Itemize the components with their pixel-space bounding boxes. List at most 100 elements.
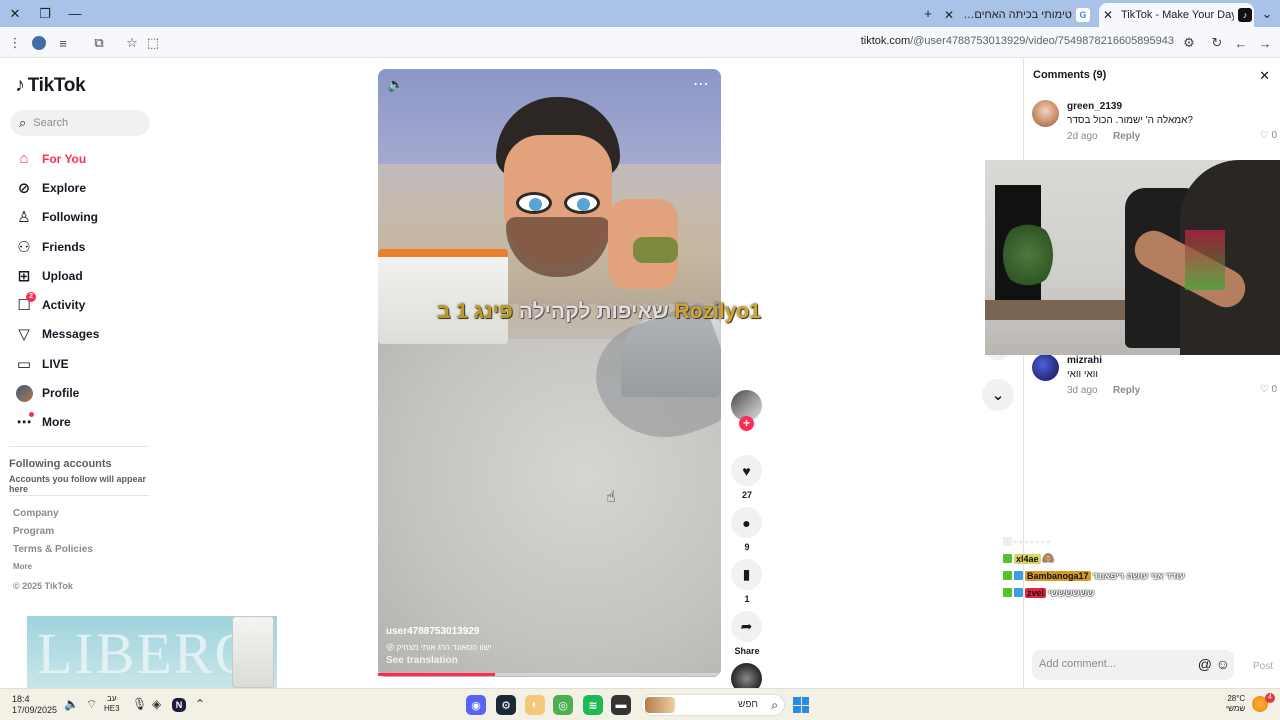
following-accounts-title: Following accounts [9, 458, 112, 470]
nav-label: Friends [42, 239, 86, 254]
nav-item-activity[interactable]: ☐ 2 Activity [14, 290, 99, 319]
clock[interactable]: 18:4 17/09/2025 [12, 694, 57, 716]
nav-label: More [42, 415, 71, 430]
steam-icon[interactable]: ⚙ [496, 695, 516, 715]
see-translation-link[interactable]: See translation [386, 655, 458, 666]
reload-icon[interactable]: ↻ [1206, 32, 1228, 54]
close-window-icon[interactable]: ✕ [0, 0, 30, 27]
spotify-icon[interactable]: ≋ [583, 695, 603, 715]
bookmark-star-icon[interactable]: ☆ [121, 32, 143, 54]
tab-google-search[interactable]: ✕ טימותי בכיתה האחים - חיפוש ב G [940, 3, 1095, 27]
search-input[interactable] [33, 117, 134, 129]
mention-icon[interactable]: @ [1198, 656, 1212, 672]
video-player[interactable] [378, 69, 721, 677]
tab-search-icon[interactable]: ⌄ [1252, 0, 1280, 27]
next-video-button[interactable]: ⌄ [982, 379, 1014, 411]
creator-avatar[interactable]: + [731, 390, 762, 431]
comment-like-button[interactable]: ♡ 0 [1260, 384, 1277, 395]
save-button[interactable]: ▮ [731, 559, 762, 590]
heart-outline-icon: ♡ [1259, 384, 1269, 395]
emoji-icon[interactable]: ☺ [1216, 656, 1230, 672]
footer-link-program[interactable]: Program [13, 526, 93, 544]
restore-window-icon[interactable]: ❐ [30, 0, 60, 27]
site-settings-icon[interactable]: ⚙ [1178, 32, 1200, 54]
video-more-icon[interactable]: ⋯ [693, 74, 710, 94]
discord-icon[interactable]: ◉ [466, 695, 486, 715]
url-text[interactable]: tiktok.com/@user4788753013929/video/7549… [861, 35, 1174, 47]
comment-avatar[interactable] [1032, 100, 1059, 127]
nav-item-upload[interactable]: ⊞ Upload [14, 261, 99, 290]
comment-like-count: 0 [1271, 384, 1277, 395]
comment-input-box: @ ☺ [1032, 650, 1234, 680]
comment-username[interactable]: mizrahi [1067, 355, 1102, 366]
comment-username[interactable]: green_2139 [1067, 101, 1122, 112]
browser-tab-bar: ✕ ❐ — + ✕ טימותי בכיתה האחים - חיפוש ב G… [0, 0, 1280, 27]
taskbar-search[interactable]: חפש ⌕ [641, 694, 785, 716]
comment-avatar[interactable] [1032, 354, 1059, 381]
nav-item-friends[interactable]: ⚇ Friends [14, 232, 99, 261]
chat-message: 🙈 [1042, 553, 1054, 563]
tab-tiktok[interactable]: ✕ TikTok - Make Your Day ♪ [1099, 3, 1254, 27]
comment-button[interactable]: ● [731, 507, 762, 538]
like-button[interactable]: ♥ [731, 455, 762, 486]
share-button[interactable]: ➦ [731, 611, 762, 642]
comment-like-count: 0 [1271, 130, 1277, 141]
copyright: © 2025 TikTok [13, 581, 73, 591]
volume-icon[interactable]: 🔈 [387, 76, 404, 93]
language-indicator[interactable]: עב HE3 [104, 694, 120, 714]
nav-item-profile[interactable]: Profile [14, 378, 99, 407]
speaker-icon[interactable]: 🔈 [64, 697, 79, 711]
app-icon[interactable]: ◐ [525, 695, 545, 715]
url-path: /@user4788753013929/video/75498782166058… [910, 35, 1174, 47]
nav-item-for-you[interactable]: ⌂ For You [14, 144, 99, 173]
nav-label: Activity [42, 298, 86, 313]
comment-time: 2d ago [1067, 131, 1098, 142]
terminal-icon[interactable]: ▬ [611, 695, 631, 715]
reading-list-icon[interactable]: ≡ [52, 32, 74, 54]
windows-start-icon[interactable] [793, 697, 809, 713]
chevron-down-icon: ⌄ [991, 387, 1005, 404]
comment-input[interactable] [1039, 658, 1179, 670]
video-author[interactable]: user4788753013929 [386, 626, 479, 637]
footer-link-terms[interactable]: Terms & Policies [13, 544, 93, 562]
video-progress-fill [378, 673, 495, 676]
kebab-menu-icon[interactable]: ⋮ [4, 32, 26, 54]
chrome-icon[interactable]: ◎ [553, 695, 573, 715]
follow-plus-icon[interactable]: + [739, 416, 754, 431]
nav-item-messages[interactable]: ▽ Messages [14, 320, 99, 349]
comment-reply-button[interactable]: Reply [1113, 385, 1140, 396]
comment-reply-button[interactable]: Reply [1113, 131, 1140, 142]
onenote-icon[interactable]: N [172, 698, 186, 712]
chevron-up-icon[interactable]: ⌃ [195, 697, 205, 711]
forward-icon[interactable]: ← [1230, 32, 1252, 54]
overlay-streamer-name: Rozilyo1 [674, 300, 761, 323]
post-comment-button[interactable]: Post [1253, 661, 1273, 672]
search-icon[interactable]: ⌕ [19, 115, 26, 131]
close-comments-icon[interactable]: ✕ [1259, 68, 1270, 84]
screenshot-icon[interactable]: ⬚ [142, 32, 164, 54]
stream-chat-overlay: · · · · · · · xl4ae 🙈 Bambanoga17 עודד א… [1003, 533, 1223, 601]
footer-link-company[interactable]: Company [13, 508, 93, 526]
microphone-icon[interactable]: 🎙 [132, 697, 147, 711]
share-label: Share [734, 646, 760, 656]
minimize-window-icon[interactable]: — [60, 0, 90, 27]
nav-item-more[interactable]: ⋯ More [14, 408, 99, 437]
profile-avatar [14, 383, 34, 403]
save-count: 1 [744, 594, 750, 604]
tab-close-icon[interactable]: ✕ [1099, 8, 1117, 22]
back-icon[interactable]: → [1254, 32, 1276, 54]
tab-close-icon[interactable]: ✕ [940, 8, 958, 22]
tiktok-logo[interactable]: ♪ TikTok [15, 74, 86, 97]
wifi-icon[interactable]: ⌔ [86, 697, 97, 712]
nav-item-explore[interactable]: ⊘ Explore [14, 173, 99, 202]
nav-item-live[interactable]: ▭ LIVE [14, 349, 99, 378]
comment-like-button[interactable]: ♡ 0 [1260, 130, 1277, 141]
video-progress-bar[interactable] [378, 673, 721, 676]
profile-icon[interactable] [28, 32, 50, 54]
footer-link-more[interactable]: More [13, 562, 93, 580]
nav-item-following[interactable]: ♙ Following [14, 203, 99, 232]
weather-widget[interactable]: 28°C שמשי [1226, 694, 1245, 714]
extensions-icon[interactable]: ⧉ [88, 32, 110, 54]
app-tray-icon[interactable]: ◈ [152, 697, 161, 711]
new-tab-icon[interactable]: + [913, 0, 943, 27]
